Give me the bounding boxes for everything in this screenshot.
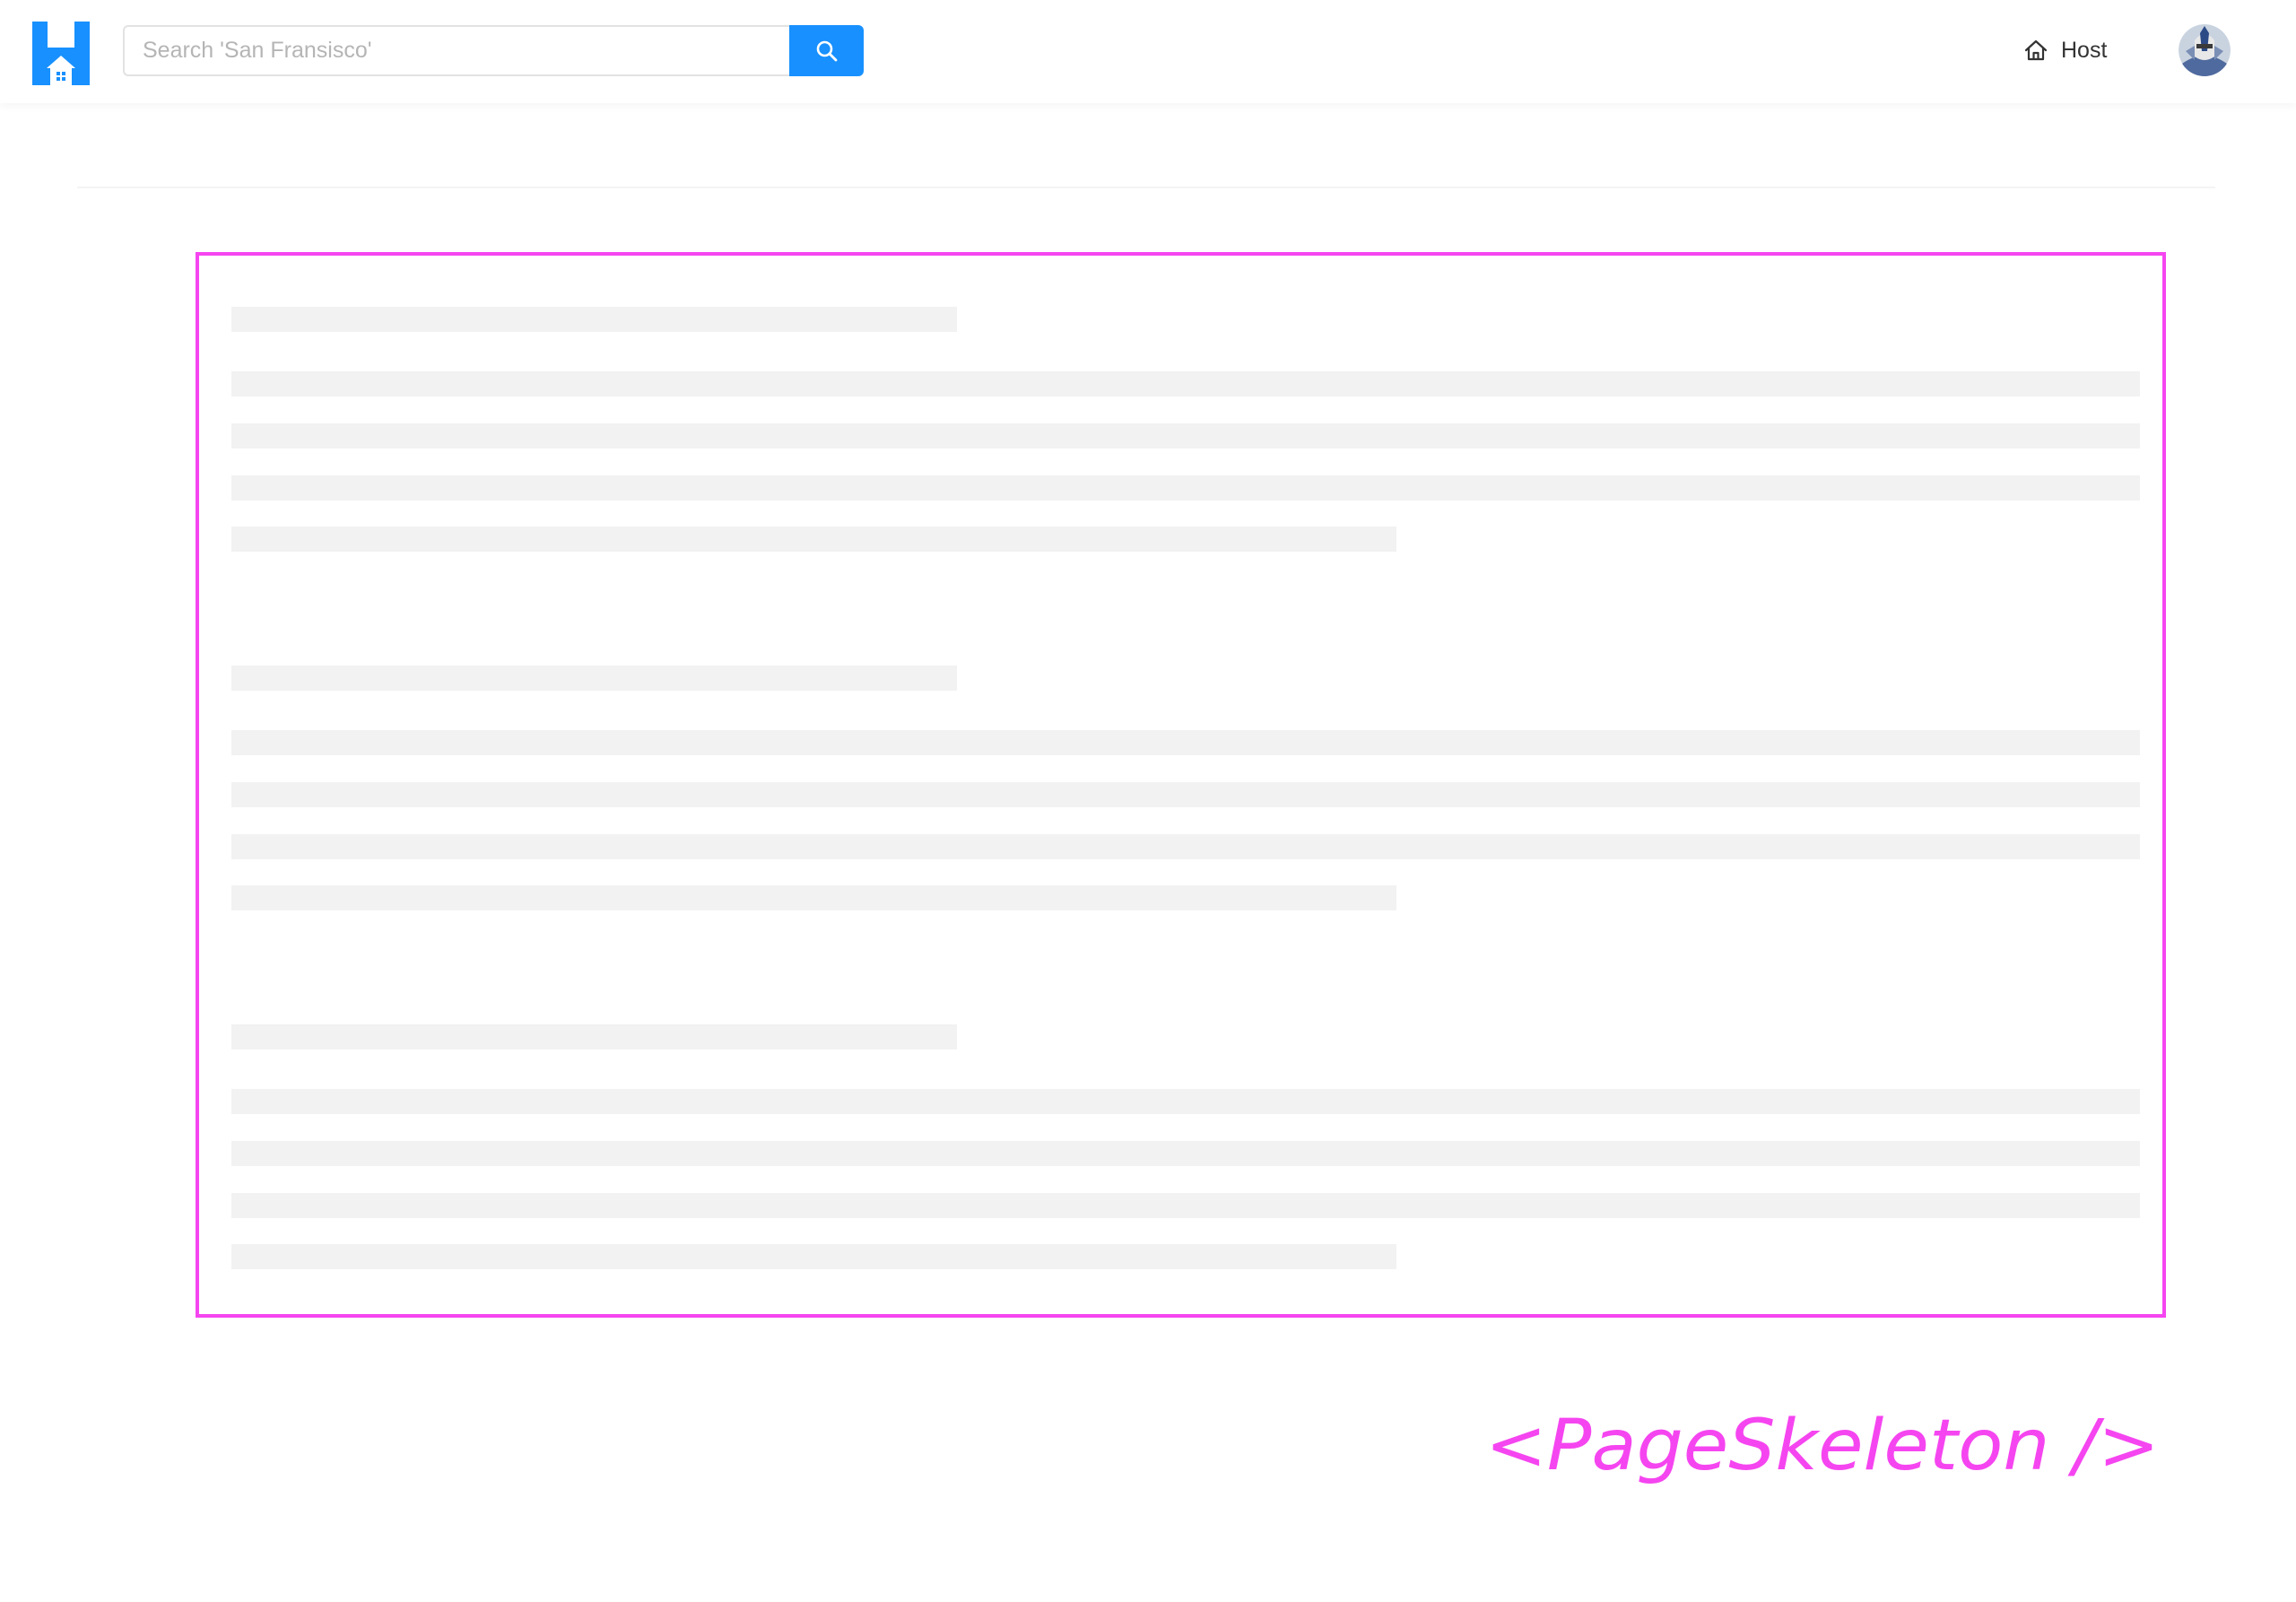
skeleton-title-bar <box>231 307 957 332</box>
skeleton-line-bar <box>231 834 2140 859</box>
skeleton-line-bar <box>231 782 2140 807</box>
page-skeleton-caption: <PageSkeleton /> <box>1485 1406 2160 1486</box>
skeleton-title-bar <box>231 1024 957 1049</box>
caption-text: <PageSkeleton /> <box>1485 1406 2160 1486</box>
search-bar <box>123 25 864 76</box>
host-label: Host <box>2061 37 2108 63</box>
skeleton-line-bar <box>231 371 2140 396</box>
skeleton-line-bar <box>231 1244 1396 1269</box>
skeleton-title-bar <box>231 666 957 691</box>
skeleton-line-bar <box>231 885 1396 910</box>
top-navbar: Host <box>0 0 2296 103</box>
search-input[interactable] <box>123 25 789 76</box>
avatar[interactable] <box>2179 24 2231 76</box>
user-avatar-icon <box>2179 24 2231 76</box>
skeleton-line-bar <box>231 1089 2140 1114</box>
skeleton-line-bar <box>231 1193 2140 1218</box>
content-divider <box>77 187 2215 188</box>
search-icon <box>816 40 837 61</box>
skeleton-line-bar <box>231 423 2140 448</box>
home-icon <box>2024 39 2048 61</box>
host-link[interactable]: Host <box>2023 32 2107 68</box>
skeleton-line-bar <box>231 730 2140 755</box>
skeleton-line-bar <box>231 475 2140 501</box>
logo-icon[interactable] <box>32 22 90 85</box>
search-button[interactable] <box>789 25 864 76</box>
skeleton-line-bar <box>231 527 1396 552</box>
skeleton-line-bar <box>231 1141 2140 1166</box>
